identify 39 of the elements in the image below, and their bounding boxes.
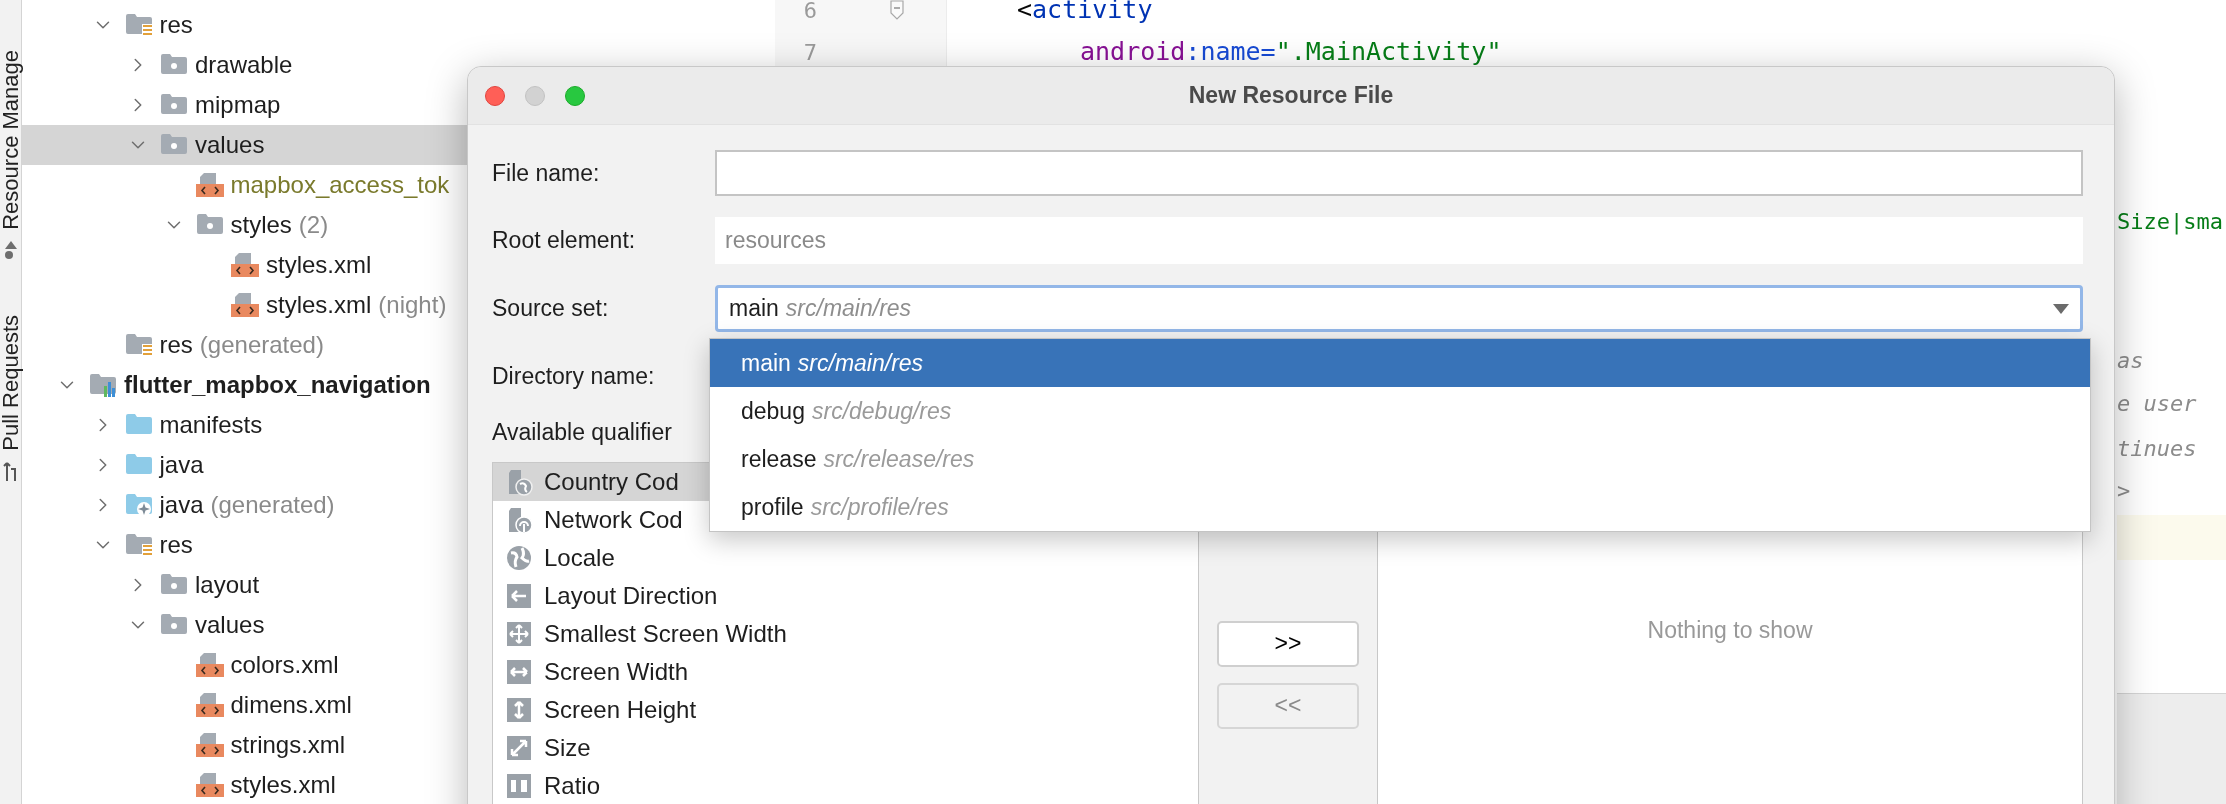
tree-item-label: res (159, 10, 193, 40)
code-fragment: Size|sma (2117, 208, 2224, 237)
tree-item-label: mipmap (195, 90, 281, 120)
tree-item-note: (night) (378, 290, 447, 320)
tree-item-label: layout (195, 570, 260, 600)
tree-item-note: (2) (298, 210, 329, 240)
tree-item-label: styles.xml (266, 290, 372, 320)
tree-item-note: (generated) (199, 330, 324, 360)
tree-item-label: mapbox_access_tok (230, 170, 450, 200)
tree-item-label: styles.xml (230, 770, 336, 800)
tree-item-label: colors.xml (230, 650, 339, 680)
code-line: <activity (1016, 0, 1154, 27)
tree-item-label: flutter_mapbox_navigation (124, 370, 431, 400)
tree-item-label: manifests (159, 410, 263, 440)
dialog-title: New Resource File (1188, 81, 1394, 111)
tree-item-label: res (159, 330, 193, 360)
tree-item-label: java (159, 490, 204, 520)
tree-item-label: styles.xml (266, 250, 372, 280)
tree-item-label: drawable (195, 50, 293, 80)
field-label: Source set: (492, 294, 610, 324)
line-number: 7 (802, 38, 817, 67)
empty-list-text: Nothing to show (1647, 615, 1813, 645)
line-number: 6 (802, 0, 817, 25)
tree-item-note: (generated) (210, 490, 335, 520)
code-line: android:name=".MainActivity" (1079, 36, 1503, 69)
tree-item-label: dimens.xml (230, 690, 352, 720)
code-fragment: > (2117, 477, 2132, 505)
tree-item-label: java (159, 450, 204, 480)
field-label: Root element: (492, 226, 637, 256)
code-fragment: e user (2117, 390, 2198, 418)
tree-item-label: res (159, 530, 193, 560)
tree-item-label: styles (230, 210, 292, 240)
tree-item-label: values (195, 610, 265, 640)
tree-item-label: strings.xml (230, 730, 346, 760)
field-label: Directory name: (492, 362, 656, 391)
tree-item-label: values (195, 130, 265, 160)
code-fragment: as (2117, 347, 2145, 375)
code-fragment: tinues (2117, 435, 2198, 463)
qualifiers-label: Available qualifier (492, 418, 672, 447)
